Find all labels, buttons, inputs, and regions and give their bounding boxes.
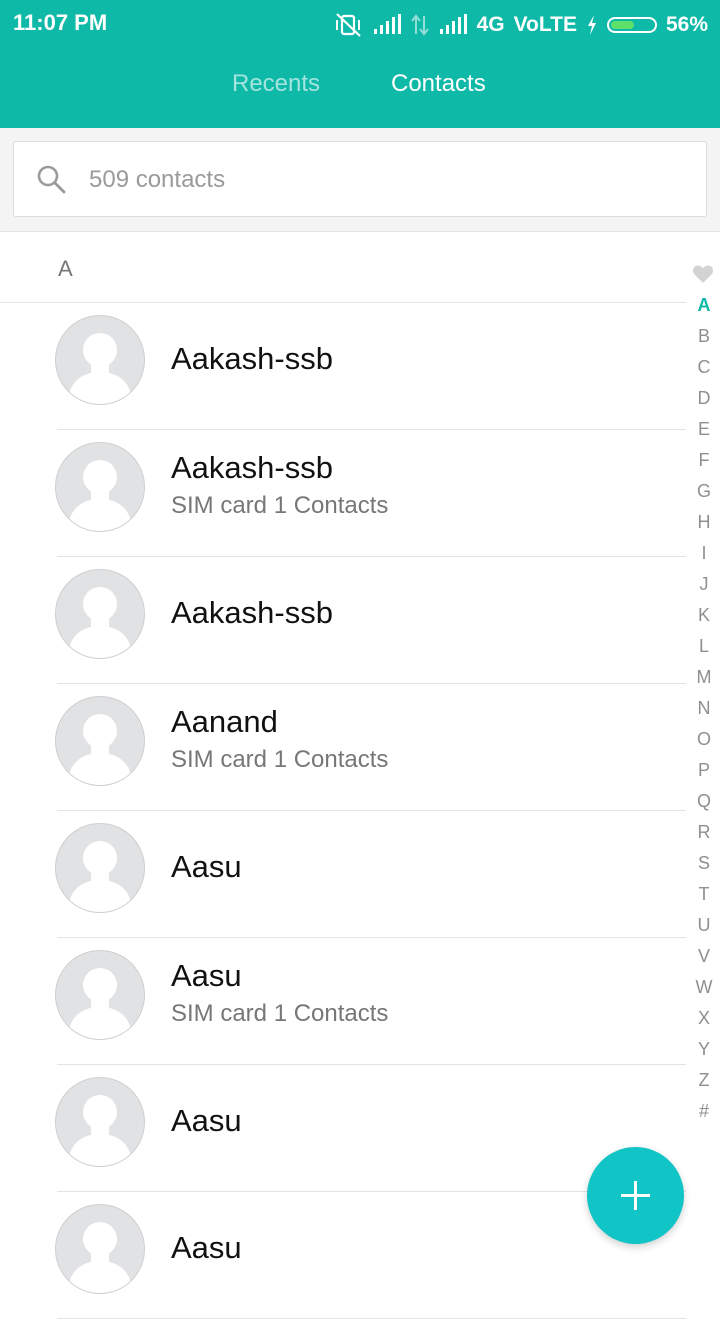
heart-icon[interactable]: [692, 264, 714, 289]
contact-row[interactable]: Aasu SIM card 1 Contacts: [0, 938, 686, 1065]
search-placeholder: 509 contacts: [89, 166, 226, 193]
contact-row[interactable]: Aakash-ssb: [0, 303, 686, 430]
avatar-icon: [55, 1204, 145, 1294]
avatar-icon: [55, 823, 145, 913]
add-contact-button[interactable]: [587, 1147, 684, 1244]
tab-bar: Recents Contacts: [0, 70, 720, 110]
app-header: 11:07 PM 4G VoLTE 56% Recents Contacts: [0, 0, 720, 128]
contact-name: Aasu: [171, 1230, 242, 1265]
index-letter[interactable]: G: [688, 481, 720, 502]
tab-recents[interactable]: Recents: [232, 70, 320, 98]
index-letter[interactable]: #: [688, 1101, 720, 1122]
avatar-icon: [55, 569, 145, 659]
index-letter[interactable]: D: [688, 388, 720, 409]
battery-icon: [606, 17, 657, 33]
contact-row[interactable]: Aakash-ssb SIM card 1 Contacts: [0, 430, 686, 557]
index-letter[interactable]: A: [688, 295, 720, 316]
contact-row[interactable]: Aanand SIM card 1 Contacts: [0, 684, 686, 811]
index-letter[interactable]: V: [688, 946, 720, 967]
contact-row[interactable]: Aasu: [0, 811, 686, 938]
contact-name: Aakash-ssb: [171, 450, 333, 485]
tab-contacts[interactable]: Contacts: [391, 70, 486, 98]
index-letter[interactable]: R: [688, 822, 720, 843]
contact-name: Aanand: [171, 704, 278, 739]
index-letter[interactable]: Y: [688, 1039, 720, 1060]
index-letter[interactable]: T: [688, 884, 720, 905]
signal-icon: [438, 14, 468, 36]
contact-name: Aasu: [171, 958, 242, 993]
avatar-icon: [55, 1077, 145, 1167]
avatar-icon: [55, 950, 145, 1040]
signal-icon: [372, 14, 402, 36]
contact-source: SIM card 1 Contacts: [171, 1000, 389, 1027]
index-letter[interactable]: U: [688, 915, 720, 936]
contact-source: SIM card 1 Contacts: [171, 746, 389, 773]
contact-name: Aasu: [171, 1103, 242, 1138]
search-icon: [36, 164, 66, 194]
index-letter[interactable]: F: [688, 450, 720, 471]
contact-source: SIM card 1 Contacts: [171, 492, 389, 519]
index-letter[interactable]: J: [688, 574, 720, 595]
status-time: 11:07 PM: [13, 10, 108, 35]
index-letter[interactable]: P: [688, 760, 720, 781]
contact-row[interactable]: Aasu: [0, 1065, 686, 1192]
index-letter[interactable]: L: [688, 636, 720, 657]
contact-name: Aasu: [171, 849, 242, 884]
status-bar: 11:07 PM 4G VoLTE 56%: [0, 0, 720, 50]
index-letter[interactable]: Q: [688, 791, 720, 812]
avatar-icon: [55, 696, 145, 786]
index-letter[interactable]: K: [688, 605, 720, 626]
index-letter[interactable]: I: [688, 543, 720, 564]
search-area: 509 contacts: [0, 128, 720, 232]
contact-name: Aakash-ssb: [171, 595, 333, 630]
index-letter[interactable]: E: [688, 419, 720, 440]
avatar-icon: [55, 315, 145, 405]
index-letter[interactable]: B: [688, 326, 720, 347]
index-letter[interactable]: N: [688, 698, 720, 719]
index-letter[interactable]: H: [688, 512, 720, 533]
data-arrows-icon: [410, 14, 429, 36]
index-letter[interactable]: X: [688, 1008, 720, 1029]
index-letter[interactable]: Z: [688, 1070, 720, 1091]
index-letter[interactable]: M: [688, 667, 720, 688]
contact-row[interactable]: Aasu: [0, 1192, 686, 1319]
charging-icon: [586, 14, 598, 36]
index-letter[interactable]: S: [688, 853, 720, 874]
battery-percent: 56%: [665, 13, 708, 36]
index-letter[interactable]: O: [688, 729, 720, 750]
contact-name: Aakash-ssb: [171, 341, 333, 376]
section-header-letter: A: [58, 256, 73, 281]
status-icons: 4G VoLTE 56%: [333, 8, 708, 42]
search-input[interactable]: 509 contacts: [13, 141, 707, 217]
index-letter[interactable]: W: [688, 977, 720, 998]
vibrate-off-icon: [333, 12, 363, 38]
avatar-icon: [55, 442, 145, 532]
index-letter[interactable]: C: [688, 357, 720, 378]
battery-fill: [610, 21, 634, 29]
contact-row[interactable]: Aakash-ssb: [0, 557, 686, 684]
network-type: 4G: [476, 13, 505, 36]
volte-label: VoLTE: [513, 13, 577, 36]
